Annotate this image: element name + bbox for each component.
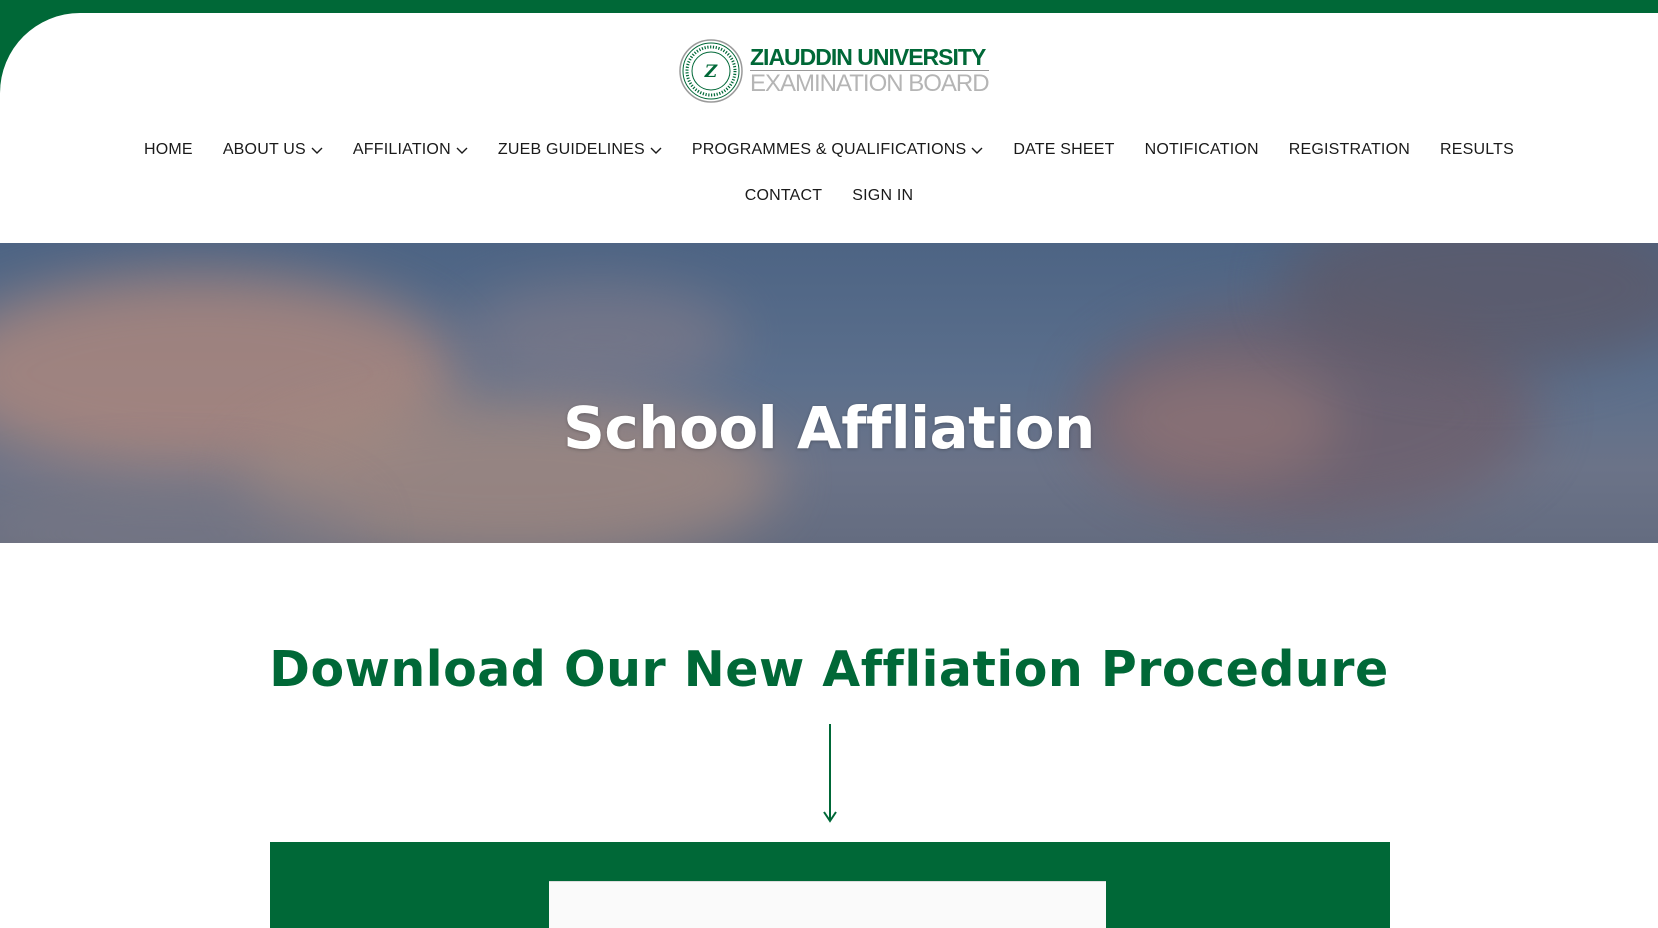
nav-contact[interactable]: CONTACT: [745, 187, 823, 205]
nav-notification[interactable]: NOTIFICATION: [1145, 141, 1259, 159]
nav-affiliation[interactable]: AFFILIATION: [353, 141, 468, 159]
logo-text: ZIAUDDIN UNIVERSITY EXAMINATION BOARD: [750, 46, 990, 97]
nav-date-sheet[interactable]: DATE SHEET: [1013, 141, 1114, 159]
nav-label: RESULTS: [1439, 141, 1514, 158]
chevron-down-icon: [311, 147, 323, 154]
nav-registration[interactable]: REGISTRATION: [1289, 141, 1410, 159]
page: Z ZIAUDDIN UNIVERSITY EXAMINATION BOARD …: [0, 0, 1658, 928]
chevron-down-icon: [456, 147, 468, 154]
nav-results[interactable]: RESULTS: [1440, 141, 1514, 159]
procedure-document-preview[interactable]: [549, 881, 1106, 928]
cloud-decoration: [460, 283, 740, 393]
university-seal-icon: Z: [679, 39, 743, 103]
logo-name-line2: EXAMINATION BOARD: [750, 70, 990, 97]
nav-zueb-guidelines[interactable]: ZUEB GUIDELINES: [498, 141, 662, 159]
hero-banner: School Affliation: [0, 243, 1658, 543]
nav-label: CONTACT: [744, 187, 823, 204]
logo-name-line1: ZIAUDDIN UNIVERSITY: [750, 46, 989, 71]
nav-label: PROGRAMMES & QUALIFICATIONS: [691, 141, 967, 158]
nav-label: NOTIFICATION: [1144, 141, 1259, 158]
arrow-down-icon: [823, 724, 837, 823]
main-nav-row-2: CONTACT SIGN IN: [0, 187, 1658, 205]
download-heading: Download Our New Affliation Procedure: [269, 640, 1389, 698]
page-title: School Affliation: [563, 393, 1095, 462]
chevron-down-icon: [650, 147, 662, 154]
site-logo[interactable]: Z ZIAUDDIN UNIVERSITY EXAMINATION BOARD: [678, 38, 990, 104]
main-nav-row-1: HOME ABOUT US AFFILIATION ZUEB GUIDELINE…: [0, 141, 1658, 159]
nav-about-us[interactable]: ABOUT US: [223, 141, 323, 159]
nav-sign-in[interactable]: SIGN IN: [852, 187, 913, 205]
top-accent-bar: [0, 0, 1658, 14]
nav-programmes-qualifications[interactable]: PROGRAMMES & QUALIFICATIONS: [692, 141, 983, 159]
nav-label: ZUEB GUIDELINES: [497, 141, 645, 158]
chevron-down-icon: [971, 147, 983, 154]
nav-label: ABOUT US: [222, 141, 306, 158]
svg-text:Z: Z: [704, 62, 718, 82]
nav-home[interactable]: HOME: [144, 141, 193, 159]
nav-label: AFFILIATION: [352, 141, 451, 158]
nav-label: REGISTRATION: [1288, 141, 1410, 158]
nav-label: HOME: [144, 141, 193, 158]
nav-label: DATE SHEET: [1013, 141, 1115, 158]
nav-label: SIGN IN: [852, 187, 914, 204]
